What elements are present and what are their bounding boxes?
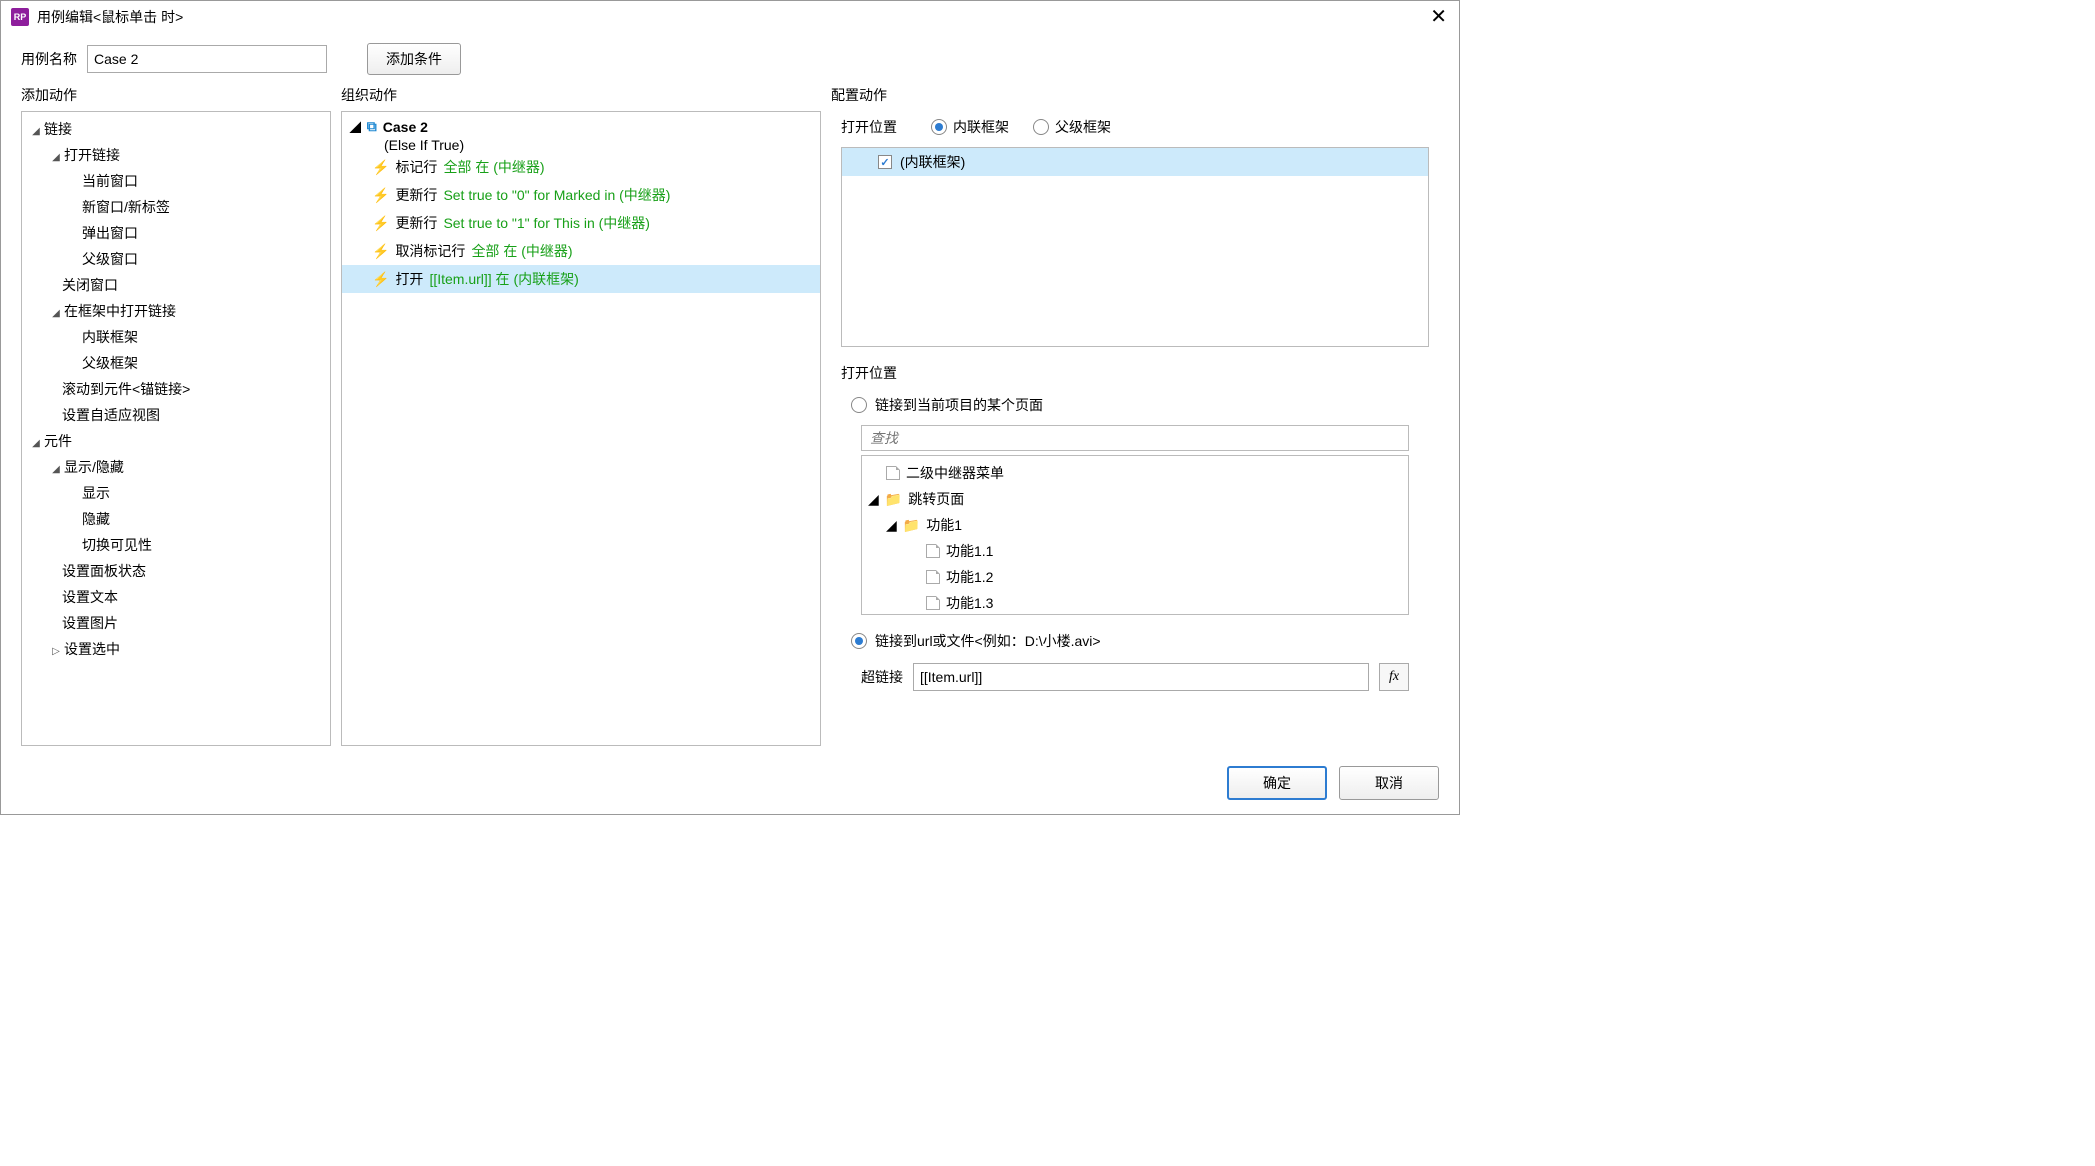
hyperlink-label: 超链接 (861, 667, 903, 687)
folder-icon: 📁 (903, 517, 920, 534)
page-node-menu[interactable]: 二级中继器菜单 (862, 460, 1408, 486)
add-condition-button[interactable]: 添加条件 (367, 43, 461, 75)
tree-show[interactable]: 显示 (22, 480, 330, 506)
tree-panel-state[interactable]: 设置面板状态 (22, 558, 330, 584)
radio-link-to-url[interactable]: 链接到url或文件<例如：D:\小楼.avi> (851, 631, 1101, 651)
target-frame-list[interactable]: (内联框架) (841, 147, 1429, 347)
add-action-column: 添加动作 ◢链接 ◢打开链接 当前窗口 新窗口/新标签 弹出窗口 父级窗口 关闭… (21, 85, 331, 746)
tree-group-links[interactable]: ◢链接 (22, 116, 330, 142)
case-condition-text: (Else If True) (342, 137, 820, 153)
dialog-button-row: 确定 取消 (1, 756, 1459, 814)
config-panel: 打开位置 内联框架 父级框架 (内联框架) 打开位置 (831, 111, 1439, 746)
tree-parent-frame[interactable]: 父级框架 (22, 350, 330, 376)
collapse-icon[interactable]: ◢ (50, 308, 62, 319)
config-action-column: 配置动作 打开位置 内联框架 父级框架 (内联框架) 打开位置 (831, 85, 1439, 746)
tree-current-window[interactable]: 当前窗口 (22, 168, 330, 194)
lightning-icon: ⚡ (372, 271, 389, 288)
radio-icon (851, 633, 867, 649)
case-name-text: Case 2 (383, 119, 428, 135)
close-icon[interactable]: ✕ (1430, 7, 1447, 27)
lightning-icon: ⚡ (372, 159, 389, 176)
action-update-rows-0[interactable]: ⚡更新行 Set true to "0" for Marked in (中继器) (342, 181, 820, 209)
page-node-func11[interactable]: 功能1.1 (862, 538, 1408, 564)
page-folder-func1[interactable]: ◢📁功能1 (862, 512, 1408, 538)
tree-set-image[interactable]: 设置图片 (22, 610, 330, 636)
fx-button[interactable]: fx (1379, 663, 1409, 691)
page-folder-jump[interactable]: ◢📁跳转页面 (862, 486, 1408, 512)
tree-scroll-anchor[interactable]: 滚动到元件<锚链接> (22, 376, 330, 402)
case-name-input[interactable] (87, 45, 327, 73)
action-open-link[interactable]: ⚡打开 [[Item.url]] 在 (内联框架) (342, 265, 820, 293)
tree-open-link[interactable]: ◢打开链接 (22, 142, 330, 168)
tree-toggle-visibility[interactable]: 切换可见性 (22, 532, 330, 558)
action-tree-panel[interactable]: ◢链接 ◢打开链接 当前窗口 新窗口/新标签 弹出窗口 父级窗口 关闭窗口 ◢在… (21, 111, 331, 746)
organize-action-header: 组织动作 (341, 85, 821, 105)
tree-close-window[interactable]: 关闭窗口 (22, 272, 330, 298)
checkbox-icon[interactable] (878, 155, 892, 169)
add-action-header: 添加动作 (21, 85, 331, 105)
target-frame-item[interactable]: (内联框架) (842, 148, 1428, 176)
action-unmark-rows[interactable]: ⚡取消标记行 全部 在 (中继器) (342, 237, 820, 265)
radio-link-to-page[interactable]: 链接到当前项目的某个页面 (851, 395, 1043, 415)
action-mark-rows[interactable]: ⚡标记行 全部 在 (中继器) (342, 153, 820, 181)
case-name-row: 用例名称 添加条件 (1, 33, 1459, 85)
window-title: 用例编辑<鼠标单击 时> (37, 7, 183, 27)
collapse-icon[interactable]: ◢ (30, 126, 42, 137)
page-tree[interactable]: 二级中继器菜单 ◢📁跳转页面 ◢📁功能1 功能1.1 功能1.2 功能1.3 (861, 455, 1409, 615)
tree-hide[interactable]: 隐藏 (22, 506, 330, 532)
expand-icon[interactable]: ▷ (50, 646, 62, 657)
collapse-icon[interactable]: ◢ (350, 118, 361, 135)
tree-show-hide[interactable]: ◢显示/隐藏 (22, 454, 330, 480)
open-location-label: 打开位置 (831, 357, 1439, 389)
page-icon (926, 570, 940, 584)
radio-inline-frame[interactable]: 内联框架 (931, 117, 1009, 137)
ok-button[interactable]: 确定 (1227, 766, 1327, 800)
open-in-label: 打开位置 (841, 117, 911, 137)
config-action-header: 配置动作 (831, 85, 1439, 105)
tree-open-in-frame[interactable]: ◢在框架中打开链接 (22, 298, 330, 324)
collapse-icon[interactable]: ◢ (868, 491, 879, 508)
tree-set-text[interactable]: 设置文本 (22, 584, 330, 610)
radio-icon (1033, 119, 1049, 135)
tree-group-widgets[interactable]: ◢元件 (22, 428, 330, 454)
app-icon: RP (11, 8, 29, 26)
organize-panel[interactable]: ◢ ⧉ Case 2 (Else If True) ⚡标记行 全部 在 (中继器… (341, 111, 821, 746)
page-icon (886, 466, 900, 480)
tree-new-window[interactable]: 新窗口/新标签 (22, 194, 330, 220)
page-node-func13[interactable]: 功能1.3 (862, 590, 1408, 615)
case-icon: ⧉ (367, 118, 377, 135)
titlebar: RP 用例编辑<鼠标单击 时> ✕ (1, 1, 1459, 33)
page-node-func12[interactable]: 功能1.2 (862, 564, 1408, 590)
lightning-icon: ⚡ (372, 243, 389, 260)
case-name-label: 用例名称 (21, 49, 77, 69)
hyperlink-input[interactable] (913, 663, 1369, 691)
case-node[interactable]: ◢ ⧉ Case 2 (342, 116, 820, 137)
tree-adaptive-view[interactable]: 设置自适应视图 (22, 402, 330, 428)
lightning-icon: ⚡ (372, 215, 389, 232)
lightning-icon: ⚡ (372, 187, 389, 204)
page-search-input[interactable] (861, 425, 1409, 451)
collapse-icon[interactable]: ◢ (886, 517, 897, 534)
collapse-icon[interactable]: ◢ (50, 464, 62, 475)
action-update-rows-1[interactable]: ⚡更新行 Set true to "1" for This in (中继器) (342, 209, 820, 237)
organize-action-column: 组织动作 ◢ ⧉ Case 2 (Else If True) ⚡标记行 全部 在… (341, 85, 821, 746)
tree-popup-window[interactable]: 弹出窗口 (22, 220, 330, 246)
radio-icon (931, 119, 947, 135)
page-icon (926, 596, 940, 610)
radio-icon (851, 397, 867, 413)
collapse-icon[interactable]: ◢ (30, 438, 42, 449)
radio-parent-frame[interactable]: 父级框架 (1033, 117, 1111, 137)
cancel-button[interactable]: 取消 (1339, 766, 1439, 800)
tree-set-selected[interactable]: ▷设置选中 (22, 636, 330, 662)
folder-icon: 📁 (885, 491, 902, 508)
collapse-icon[interactable]: ◢ (50, 152, 62, 163)
case-editor-dialog: RP 用例编辑<鼠标单击 时> ✕ 用例名称 添加条件 添加动作 ◢链接 ◢打开… (0, 0, 1460, 815)
open-in-row: 打开位置 内联框架 父级框架 (831, 111, 1439, 143)
page-icon (926, 544, 940, 558)
tree-inline-frame[interactable]: 内联框架 (22, 324, 330, 350)
tree-parent-window[interactable]: 父级窗口 (22, 246, 330, 272)
target-frame-label: (内联框架) (900, 152, 965, 172)
